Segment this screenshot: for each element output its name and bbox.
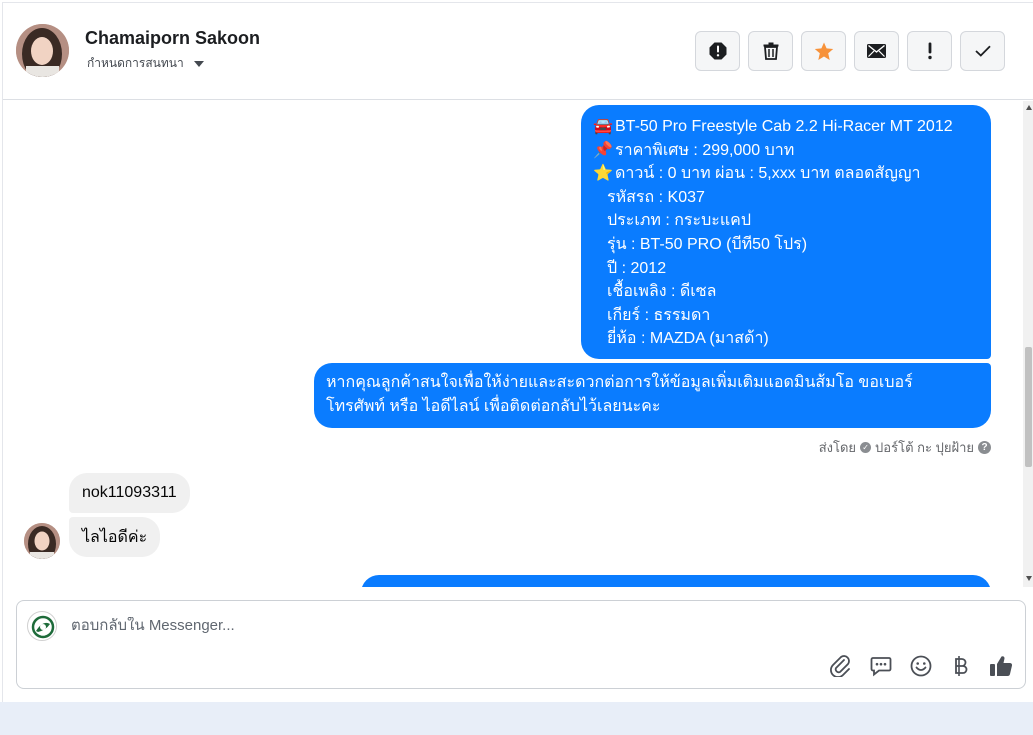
outgoing-message-listing[interactable]: 🚘 BT-50 Pro Freestyle Cab 2.2 Hi-Racer MT… [581, 105, 991, 359]
baht-icon [954, 655, 967, 676]
listing-text: BT-50 Pro Freestyle Cab 2.2 Hi-Racer MT … [615, 118, 953, 135]
listing-line: เกียร์ : ธรรมดา [593, 304, 979, 328]
listing-line: รุ่น : BT-50 PRO (บีที50 โปร) [593, 233, 979, 257]
listing-line: ⭐ ดาวน์ : 0 บาท ผ่อน : 5,xxx บาท ตลอดสัญญ… [593, 162, 979, 186]
listing-line: รหัสรถ : K037 [593, 186, 979, 210]
incoming-message[interactable]: ไลไอดีค่ะ [69, 517, 161, 557]
assign-label: กำหนดการสนทนา [87, 56, 184, 70]
assign-conversation-dropdown[interactable]: กำหนดการสนทนา [87, 54, 204, 73]
mark-done-button[interactable] [960, 31, 1005, 71]
page-bottom-strip [0, 702, 1033, 735]
exclamation-icon [927, 42, 932, 60]
paperclip-icon [829, 654, 850, 677]
listing-text: รหัสรถ : K037 [607, 188, 705, 206]
listing-emoji-icon: 📌 [593, 141, 613, 159]
header-actions [695, 31, 1005, 71]
messenger-conversation-panel: Chamaiporn Sakoon กำหนดการสนทนา 🚘 BT-50 … [2, 2, 1033, 702]
scroll-thumb[interactable] [1025, 347, 1032, 467]
listing-text: ประเภท : กระบะแคป [607, 212, 752, 230]
sent-by-info: ส่งโดย ✓ ปอร์โต้ กะ ปุยฝ้าย ? [819, 437, 991, 458]
star-button[interactable] [801, 31, 846, 71]
listing-text: ยี่ห้อ : MAZDA (มาสด้า) [607, 330, 769, 348]
contact-avatar[interactable] [16, 24, 69, 77]
star-icon [814, 42, 833, 60]
mark-unread-button[interactable] [854, 31, 899, 71]
envelope-icon [867, 44, 886, 58]
sender-name[interactable]: ปอร์โต้ กะ ปุยฝ้าย [875, 437, 974, 458]
delete-button[interactable] [748, 31, 793, 71]
listing-text: เชื้อเพลิง : ดีเซล [607, 283, 717, 301]
saved-reply-icon [870, 656, 891, 676]
listing-line: ปี : 2012 [593, 257, 979, 281]
listing-line: ยี่ห้อ : MAZDA (มาสด้า) [593, 327, 979, 351]
checkmark-icon [974, 45, 991, 57]
listing-emoji-icon: ⭐ [593, 165, 613, 183]
payment-button[interactable] [948, 653, 973, 678]
listing-text: รุ่น : BT-50 PRO (บีที50 โปร) [607, 235, 808, 253]
listing-text: ราคาพิเศษ : 299,000 บาท [615, 141, 795, 159]
listing-text: ปี : 2012 [607, 259, 667, 277]
scroll-down-arrow-icon[interactable] [1026, 576, 1032, 581]
listing-text: ดาวน์ : 0 บาท ผ่อน : 5,xxx บาท ตลอดสัญญา [615, 165, 921, 183]
follow-up-button[interactable] [907, 31, 952, 71]
contact-name[interactable]: Chamaiporn Sakoon [85, 28, 260, 49]
listing-line: 🚘 BT-50 Pro Freestyle Cab 2.2 Hi-Racer MT… [593, 115, 979, 139]
caret-down-icon [193, 60, 204, 67]
message-thread[interactable]: 🚘 BT-50 Pro Freestyle Cab 2.2 Hi-Racer MT… [3, 101, 1023, 587]
mark-spam-button[interactable] [695, 31, 740, 71]
listing-text: เกียร์ : ธรรมดา [607, 306, 711, 324]
like-button[interactable] [988, 653, 1013, 678]
saved-replies-button[interactable] [868, 653, 893, 678]
sent-by-label: ส่งโดย [818, 440, 857, 455]
attach-button[interactable] [828, 653, 853, 678]
listing-line: เชื้อเพลิง : ดีเซล [593, 280, 979, 304]
contact-avatar-small [24, 523, 60, 559]
emoji-icon [910, 655, 931, 676]
outgoing-message-contact-request[interactable]: หากคุณลูกค้าสนใจเพื่อให้ง่ายและสะดวกต่อก… [314, 363, 991, 428]
message-line: โทรศัพท์ หรือ ไอดีไลน์ เพื่อติดต่อกลับไว… [326, 398, 661, 415]
listing-line: 📌 ราคาพิเศษ : 299,000 บาท [593, 139, 979, 163]
alert-octagon-icon [709, 42, 726, 60]
conversation-header: Chamaiporn Sakoon กำหนดการสนทนา [3, 3, 1033, 100]
page-avatar [27, 611, 57, 641]
listing-emoji-icon: 🚘 [593, 118, 613, 135]
message-line: หากคุณลูกค้าสนใจเพื่อให้ง่ายและสะดวกต่อก… [326, 374, 913, 391]
verified-dot-icon: ✓ [860, 442, 872, 453]
trash-icon [763, 42, 778, 60]
thumbs-up-icon [989, 655, 1012, 676]
outgoing-message-partial[interactable] [361, 575, 991, 587]
listing-line: ประเภท : กระบะแคป [593, 209, 979, 233]
help-icon[interactable]: ? [978, 441, 991, 454]
emoji-button[interactable] [908, 653, 933, 678]
message-input[interactable] [71, 617, 771, 634]
composer-tools [828, 653, 1013, 678]
incoming-message[interactable]: nok11093311 [69, 473, 190, 513]
scroll-up-arrow-icon[interactable] [1026, 105, 1032, 110]
thread-scrollbar[interactable] [1023, 101, 1033, 587]
reply-composer [16, 600, 1026, 689]
